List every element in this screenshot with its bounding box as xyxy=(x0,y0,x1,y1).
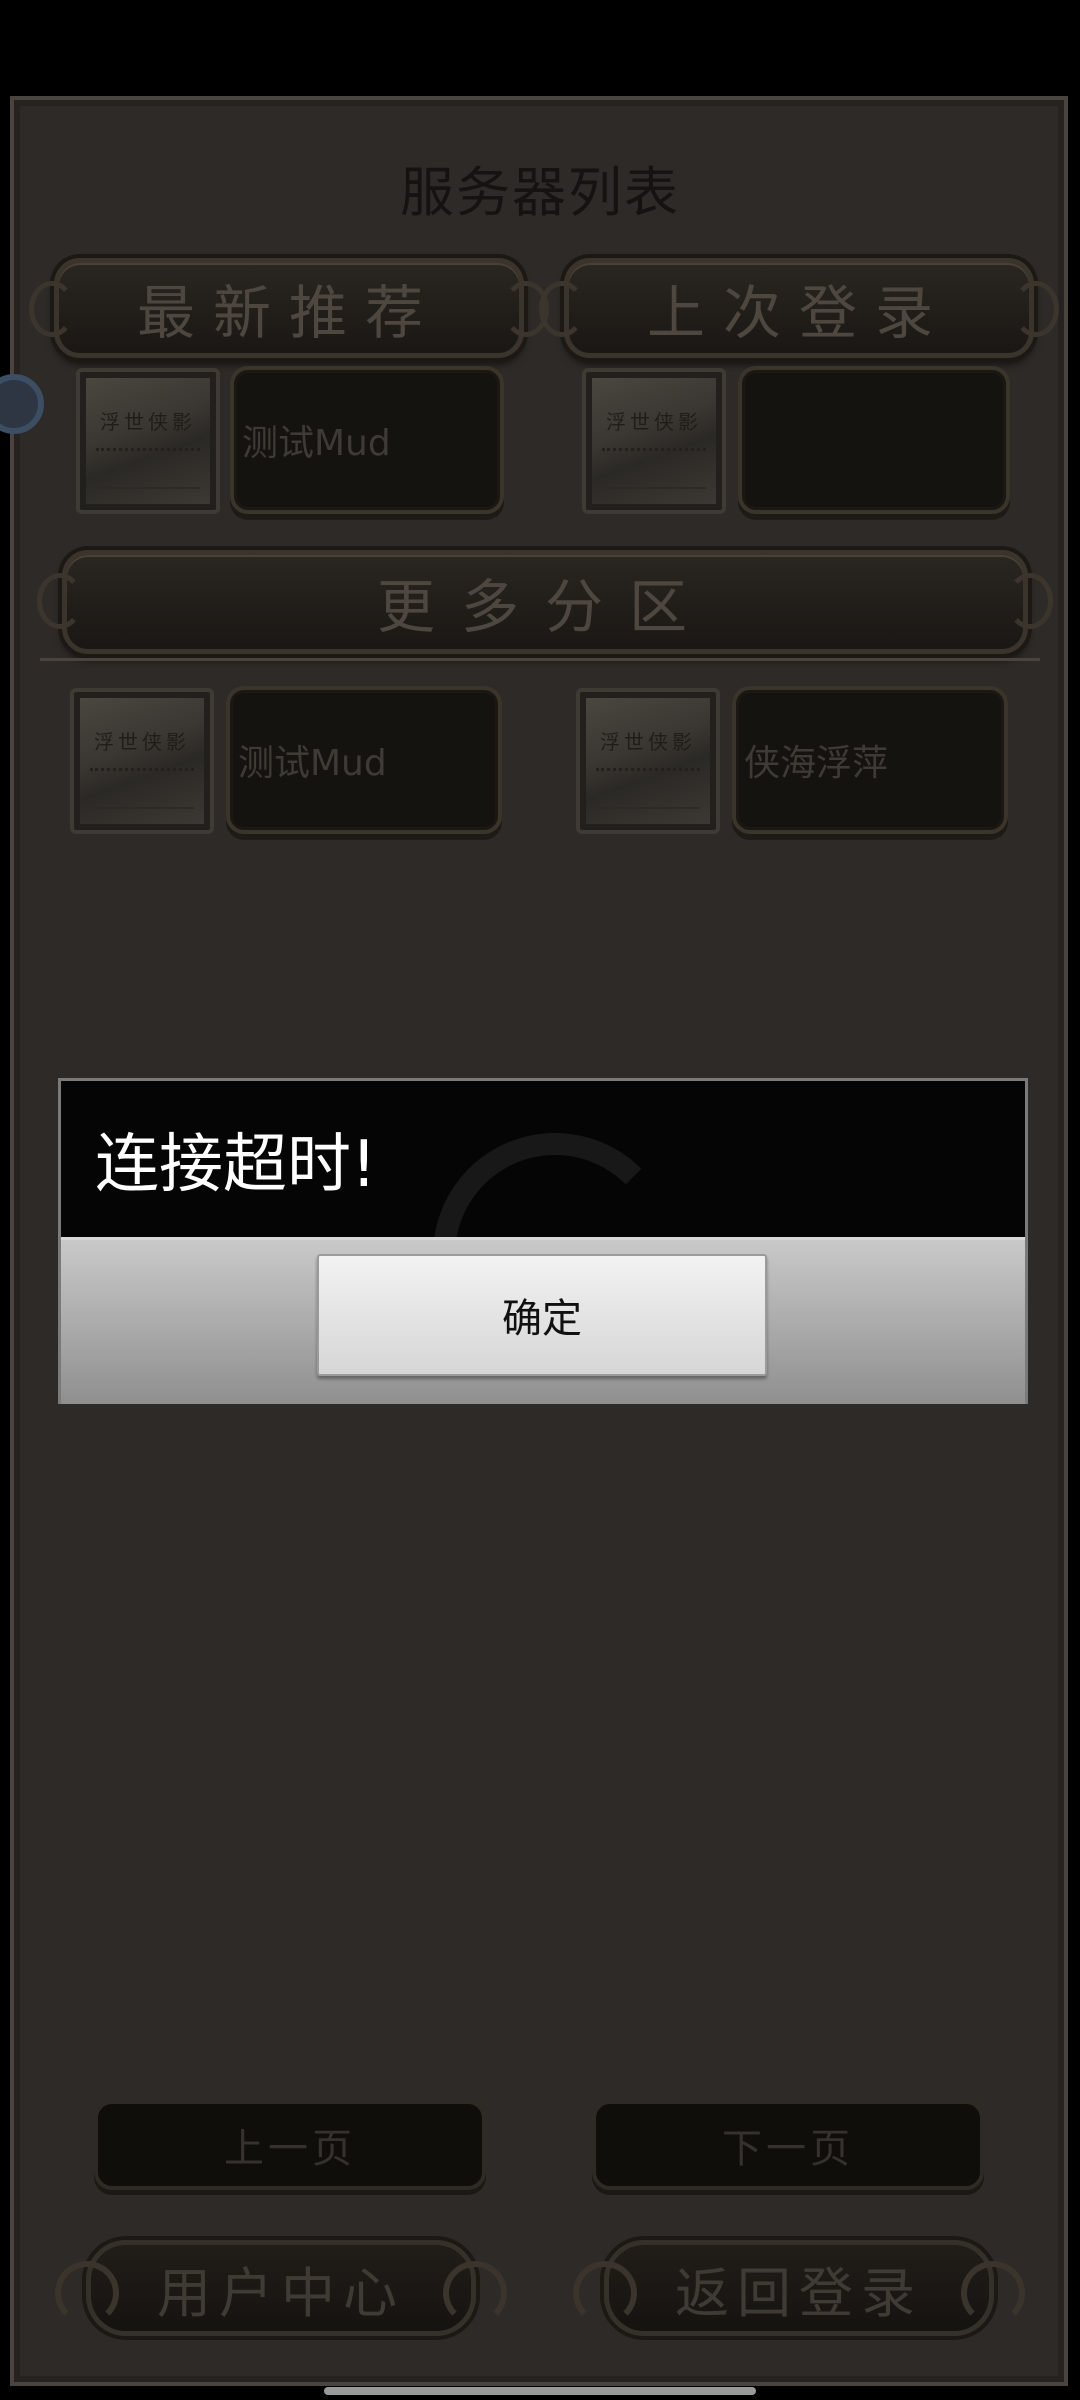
timeout-dialog: 连接超时! 确定 xyxy=(58,1078,1028,1404)
server-thumbnail[interactable]: 浮世侠影 xyxy=(582,368,726,514)
status-bar xyxy=(0,0,1080,84)
page-title: 服务器列表 xyxy=(400,161,680,224)
back-to-login-label: 返回登录 xyxy=(675,2261,923,2325)
prev-page-button[interactable]: 上一页 xyxy=(94,2100,486,2190)
tab-recommended[interactable]: 最新推荐 xyxy=(29,258,549,358)
cloud-ornament-icon xyxy=(961,2261,1025,2325)
back-to-login-button[interactable]: 返回登录 xyxy=(573,2240,1025,2336)
cloud-ornament-icon xyxy=(55,2261,119,2325)
section-more-zones: 更多分区 xyxy=(37,550,1053,654)
thumbnail-logo-text: 浮世侠影 xyxy=(606,410,702,434)
server-thumbnail[interactable]: 浮世侠影 xyxy=(576,688,720,834)
server-thumbnail[interactable]: 浮世侠影 xyxy=(70,688,214,834)
thumbnail-logo-text: 浮世侠影 xyxy=(100,410,196,434)
dialog-footer: 确定 xyxy=(61,1237,1025,1404)
cloud-ornament-icon xyxy=(573,2261,637,2325)
user-center-button[interactable]: 用户中心 xyxy=(55,2240,507,2336)
server-item-name[interactable]: 侠海浮萍 xyxy=(732,686,1008,834)
gesture-navigation-bar[interactable] xyxy=(324,2387,756,2395)
tab-last-login[interactable]: 上次登录 xyxy=(539,258,1059,358)
thumbnail-logo-text: 浮世侠影 xyxy=(600,730,696,754)
cloud-ornament-icon xyxy=(443,2261,507,2325)
divider xyxy=(40,658,1040,661)
server-thumbnail[interactable]: 浮世侠影 xyxy=(76,368,220,514)
thumbnail-logo-text: 浮世侠影 xyxy=(94,730,190,754)
dialog-message: 连接超时! xyxy=(95,1128,377,1202)
server-item-name[interactable]: 测试Mud xyxy=(226,686,502,834)
recommended-server-name[interactable]: 测试Mud xyxy=(230,366,504,514)
ok-button[interactable]: 确定 xyxy=(317,1254,767,1376)
next-page-button[interactable]: 下一页 xyxy=(592,2100,984,2190)
last-login-server-name[interactable] xyxy=(738,366,1010,514)
user-center-label: 用户中心 xyxy=(157,2261,405,2325)
